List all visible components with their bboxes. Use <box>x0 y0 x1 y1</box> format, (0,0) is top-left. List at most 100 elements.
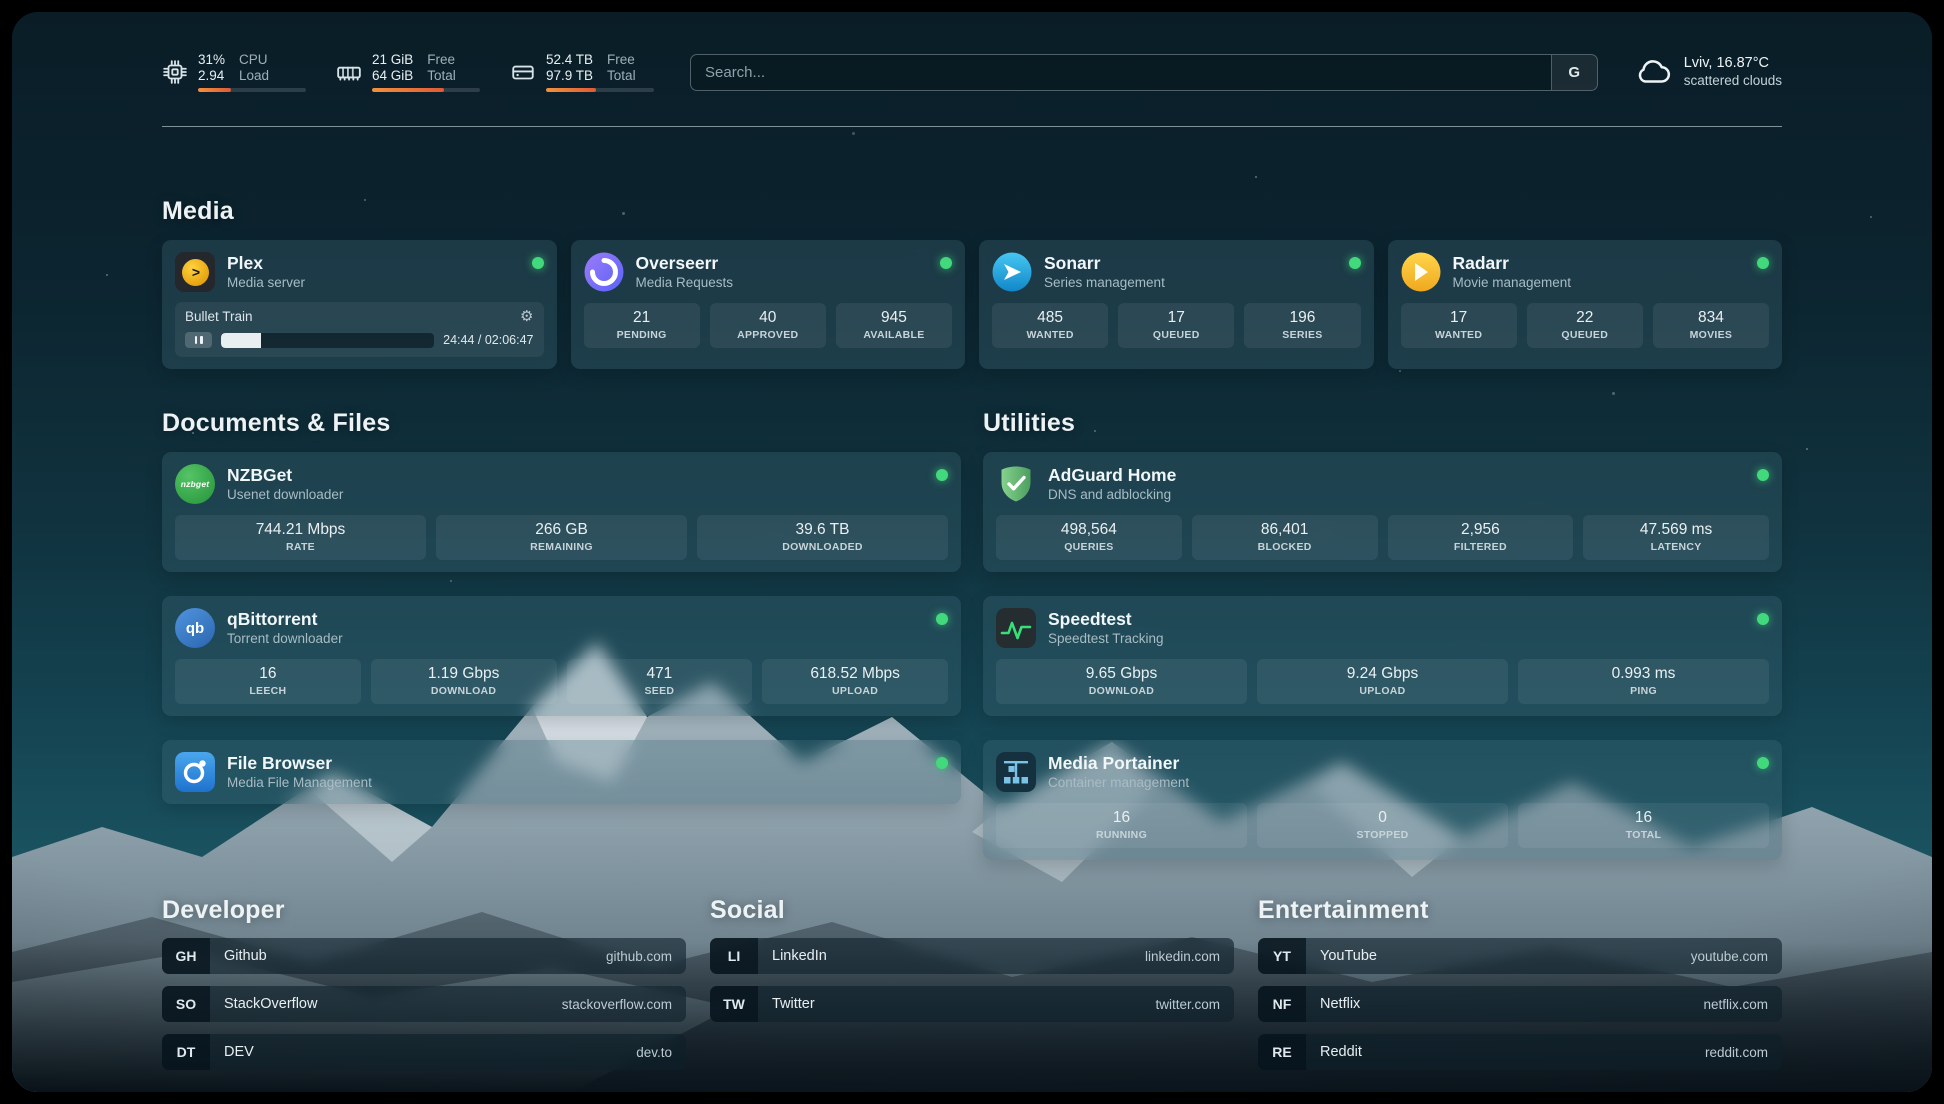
stat-label: STOPPED <box>1356 829 1408 841</box>
service-header: Sonarr Series management <box>992 252 1361 292</box>
service-header: Radarr Movie management <box>1401 252 1770 292</box>
bookmark-abbr: NF <box>1258 986 1306 1022</box>
service-stats: 16 LEECH 1.19 Gbps DOWNLOAD 471 SEED 618… <box>175 659 948 704</box>
bookmark-group-entertainment: Entertainment YT YouTube youtube.com NF … <box>1258 896 1782 1070</box>
section-title-social: Social <box>710 896 1234 925</box>
bookmark-name: Netflix <box>1320 996 1360 1012</box>
stat-label: DOWNLOAD <box>1089 685 1154 697</box>
bookmark-dev[interactable]: DT DEV dev.to <box>162 1034 686 1070</box>
playback-progress-bar[interactable] <box>221 333 434 348</box>
bookmark-netflix[interactable]: NF Netflix netflix.com <box>1258 986 1782 1022</box>
weather-widget: Lviv, 16.87°C scattered clouds <box>1634 53 1782 91</box>
service-card-nzbget[interactable]: nzbget NZBGet Usenet downloader 744.21 M… <box>162 452 961 572</box>
stat-value: 945 <box>881 309 907 327</box>
service-name: AdGuard Home <box>1048 465 1176 485</box>
stat-label: APPROVED <box>737 329 798 341</box>
stat-leech: 16 LEECH <box>175 659 361 704</box>
service-stats: 744.21 Mbps RATE 266 GB REMAINING 39.6 T… <box>175 515 948 560</box>
bookmark-name: StackOverflow <box>224 996 317 1012</box>
bookmark-linkedin[interactable]: LI LinkedIn linkedin.com <box>710 938 1234 974</box>
service-card-speedtest[interactable]: Speedtest Speedtest Tracking 9.65 Gbps D… <box>983 596 1782 716</box>
bookmark-abbr: SO <box>162 986 210 1022</box>
bookmark-twitter[interactable]: TW Twitter twitter.com <box>710 986 1234 1022</box>
service-name: Sonarr <box>1044 253 1165 273</box>
service-subtitle: Container management <box>1048 775 1189 791</box>
group-utilities: Utilities AdGuard Home DNS and adblockin… <box>983 409 1782 860</box>
bookmark-stackoverflow[interactable]: SO StackOverflow stackoverflow.com <box>162 986 686 1022</box>
bookmark-github[interactable]: GH Github github.com <box>162 938 686 974</box>
cpu-label-bottom: Load <box>239 68 269 84</box>
service-card-qbittorrent[interactable]: qb qBittorrent Torrent downloader 16 LEE… <box>162 596 961 716</box>
stat-wanted: 485 WANTED <box>992 303 1108 348</box>
stat-ping: 0.993 ms PING <box>1518 659 1769 704</box>
pause-button[interactable] <box>185 332 212 348</box>
stat-remaining: 266 GB REMAINING <box>436 515 687 560</box>
stat-value: 9.65 Gbps <box>1086 665 1158 683</box>
stat-value: 471 <box>646 665 672 683</box>
bookmark-url: github.com <box>606 949 672 964</box>
service-card-radarr[interactable]: Radarr Movie management 17 WANTED 22 QUE… <box>1388 240 1783 369</box>
bookmark-reddit[interactable]: RE Reddit reddit.com <box>1258 1034 1782 1070</box>
service-header: File Browser Media File Management <box>175 752 948 792</box>
service-subtitle: Media Requests <box>636 275 734 291</box>
gear-icon[interactable]: ⚙ <box>520 310 533 324</box>
stat-label: WANTED <box>1026 329 1073 341</box>
disk-meter <box>546 88 654 92</box>
service-subtitle: Series management <box>1044 275 1165 291</box>
stat-label: AVAILABLE <box>863 329 924 341</box>
dashboard-content: 31% 2.94 CPU Load <box>12 12 1932 1092</box>
stat-wanted: 17 WANTED <box>1401 303 1517 348</box>
bookmark-name: Github <box>224 948 267 964</box>
memory-label-top: Free <box>427 52 456 68</box>
bookmark-abbr: RE <box>1258 1034 1306 1070</box>
section-title-entertainment: Entertainment <box>1258 896 1782 925</box>
service-name: Plex <box>227 253 305 273</box>
bookmark-list: LI LinkedIn linkedin.com TW Twitter twit… <box>710 938 1234 1022</box>
stat-value: 834 <box>1698 309 1724 327</box>
stat-label: DOWNLOADED <box>782 541 863 553</box>
bookmark-group-social: Social LI LinkedIn linkedin.com TW Twitt… <box>710 896 1234 1070</box>
stat-label: BLOCKED <box>1258 541 1312 553</box>
stat-label: TOTAL <box>1626 829 1662 841</box>
bookmark-name: LinkedIn <box>772 948 827 964</box>
service-card-sonarr[interactable]: Sonarr Series management 485 WANTED 17 Q… <box>979 240 1374 369</box>
media-cards: > Plex Media server Bullet Train ⚙ 24:44… <box>162 240 1782 369</box>
service-card-media-portainer[interactable]: Media Portainer Container management 16 … <box>983 740 1782 860</box>
memory-meter <box>372 88 480 92</box>
stat-label: PENDING <box>617 329 667 341</box>
stat-value: 17 <box>1168 309 1185 327</box>
bookmark-youtube[interactable]: YT YouTube youtube.com <box>1258 938 1782 974</box>
bookmark-name: Twitter <box>772 996 815 1012</box>
section-title-documents: Documents & Files <box>162 409 961 438</box>
service-header: qb qBittorrent Torrent downloader <box>175 608 948 648</box>
service-card-adguard-home[interactable]: AdGuard Home DNS and adblocking 498,564 … <box>983 452 1782 572</box>
search-input[interactable] <box>691 55 1551 90</box>
service-card-plex[interactable]: > Plex Media server Bullet Train ⚙ 24:44… <box>162 240 557 369</box>
stat-label: QUERIES <box>1064 541 1113 553</box>
service-name: qBittorrent <box>227 609 343 629</box>
bookmark-url: dev.to <box>636 1045 672 1060</box>
stat-label: UPLOAD <box>832 685 878 697</box>
service-subtitle: Speedtest Tracking <box>1048 631 1164 647</box>
stat-movies: 834 MOVIES <box>1653 303 1769 348</box>
memory-label-bottom: Total <box>427 68 456 84</box>
service-card-overseerr[interactable]: Overseerr Media Requests 21 PENDING 40 A… <box>571 240 966 369</box>
stat-label: RUNNING <box>1096 829 1147 841</box>
stat-value: 744.21 Mbps <box>256 521 346 539</box>
stat-downloaded: 39.6 TB DOWNLOADED <box>697 515 948 560</box>
search-provider-button[interactable]: G <box>1551 55 1597 90</box>
stat-total: 16 TOTAL <box>1518 803 1769 848</box>
cpu-load-value: 2.94 <box>198 68 225 84</box>
header-divider <box>162 126 1782 127</box>
stat-value: 9.24 Gbps <box>1347 665 1419 683</box>
section-title-utilities: Utilities <box>983 409 1782 438</box>
bookmark-abbr: TW <box>710 986 758 1022</box>
service-card-file-browser[interactable]: File Browser Media File Management <box>162 740 961 804</box>
stat-value: 39.6 TB <box>795 521 849 539</box>
service-stats: 9.65 Gbps DOWNLOAD 9.24 Gbps UPLOAD 0.99… <box>996 659 1769 704</box>
bookmark-name: YouTube <box>1320 948 1377 964</box>
service-name: Radarr <box>1453 253 1572 273</box>
radarr-icon <box>1401 252 1441 292</box>
disk-label-top: Free <box>607 52 636 68</box>
stat-seed: 471 SEED <box>567 659 753 704</box>
